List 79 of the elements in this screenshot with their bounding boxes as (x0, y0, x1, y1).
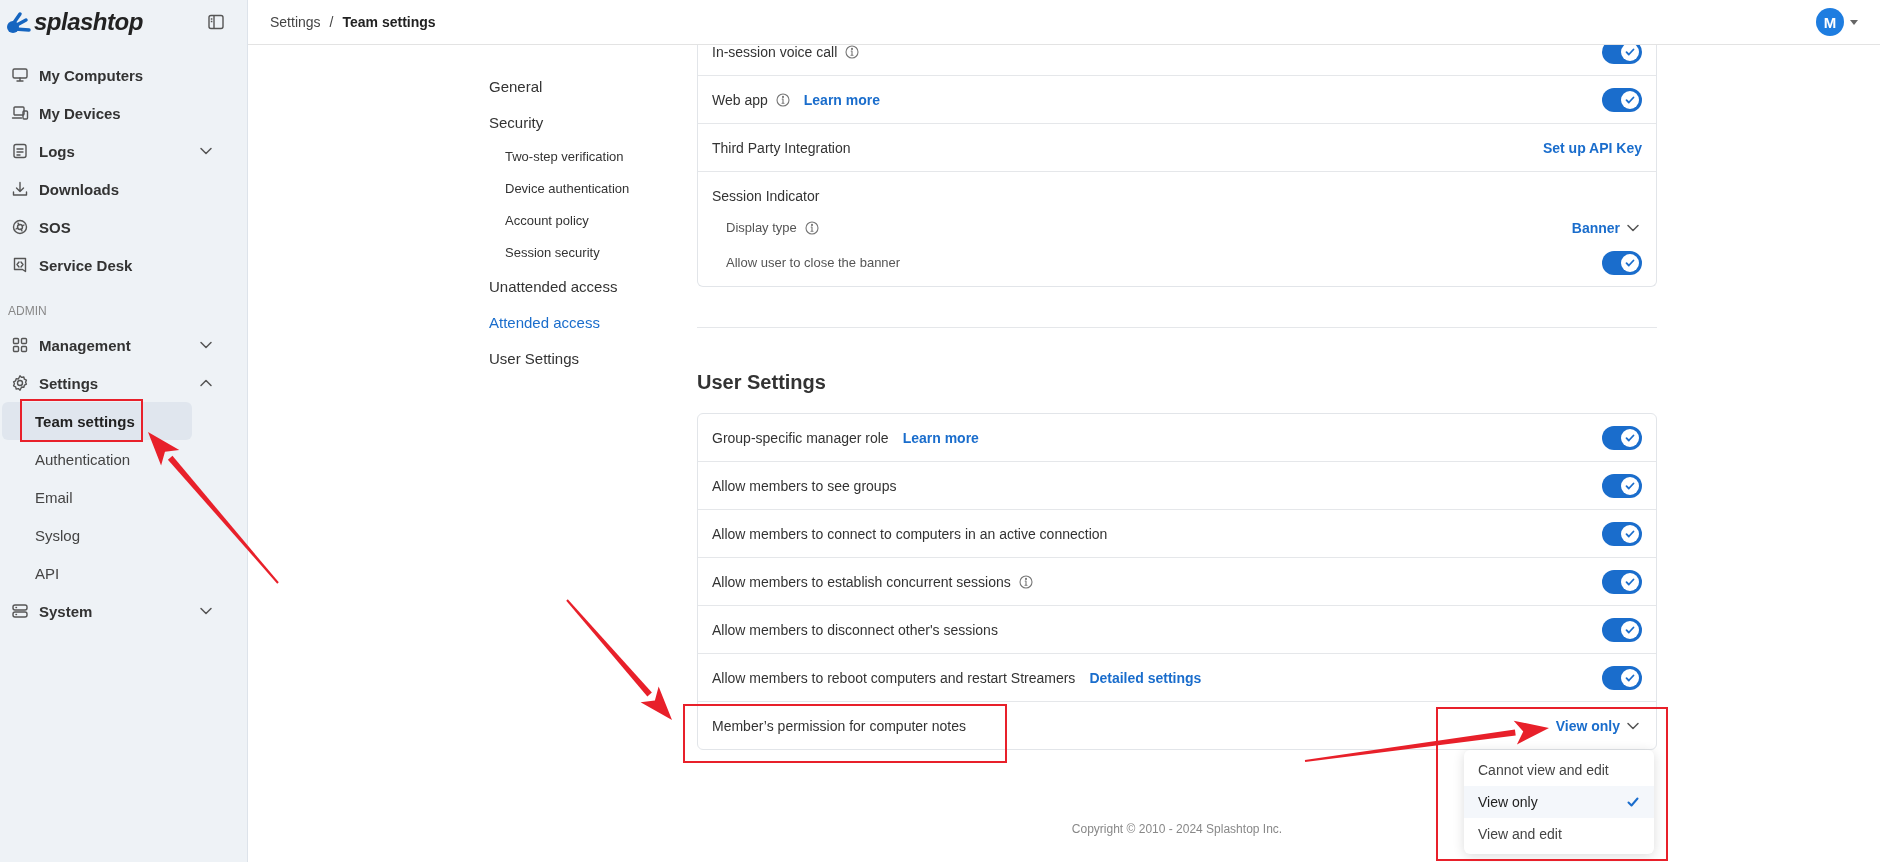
learn-link[interactable]: Learn more (902, 429, 979, 446)
toggle-switch[interactable] (1602, 617, 1642, 642)
download-icon (11, 180, 29, 198)
document-icon (11, 142, 29, 160)
setup-link[interactable]: Set up API Key (1542, 139, 1642, 156)
setting-label: Allow members to connect to computers in an active connection (712, 525, 1108, 542)
sidebar-item[interactable]: Management (2, 326, 233, 364)
settings-nav-subitem[interactable]: Session security (489, 236, 697, 268)
setting-label: Member’s permission for computer notes (712, 717, 966, 734)
check-icon (1626, 794, 1640, 809)
sidebar-item[interactable]: Downloads (2, 170, 233, 208)
setting-label: Web app (712, 91, 768, 108)
breadcrumb-item: Team settings (342, 14, 436, 30)
monitor-icon (11, 66, 29, 84)
caret-icon[interactable] (1850, 19, 1858, 25)
breadcrumb-item[interactable]: Settings (270, 14, 321, 30)
sidebar-item[interactable]: System (2, 592, 233, 630)
sidebar-subitem[interactable]: Syslog (2, 516, 192, 554)
settings-nav-item[interactable]: General (489, 68, 697, 104)
sidebar-item[interactable]: Service Desk (2, 246, 233, 284)
menu-option[interactable]: View and edit (1464, 817, 1654, 850)
copyright-text: Copyright © 2010 - 2024 Splashtop Inc. (1071, 822, 1283, 836)
info-icon[interactable] (775, 92, 790, 107)
learn-link[interactable]: Learn more (803, 91, 881, 108)
setting-label: Allow members to see groups (712, 477, 897, 494)
breadcrumb-separator: / (329, 14, 334, 30)
toggle-switch[interactable] (1602, 250, 1642, 275)
setting-label: Group-specific manager role (712, 429, 889, 446)
toggle-switch[interactable] (1602, 665, 1642, 690)
setting-label: Allow user to close the banner (726, 255, 901, 270)
service-desk-icon (11, 256, 29, 274)
toggle-switch[interactable] (1602, 45, 1642, 64)
sidebar-item[interactable]: SOS (2, 208, 233, 246)
settings-nav-subitem[interactable]: Device authentication (489, 172, 697, 204)
settings-nav-item[interactable]: Unattended access (489, 268, 697, 304)
toggle-switch[interactable] (1602, 425, 1642, 450)
setting-label: Allow members to reboot computers and restart Streamers (712, 669, 1076, 686)
settings-icon (11, 374, 29, 392)
settings-nav-subitem[interactable]: Account policy (489, 204, 697, 236)
section-label: ADMIN (7, 303, 48, 320)
select-dropdown[interactable]: Banner (1571, 219, 1620, 236)
sidebar-item[interactable]: My Devices (2, 94, 233, 132)
info-icon[interactable] (845, 45, 860, 59)
setting-label: Allow members to establish concurrent sessions (712, 573, 1011, 590)
logo-text: splashtop (34, 8, 143, 36)
setting-label: Allow members to disconnect other's sessions (712, 621, 998, 638)
sidebar-item[interactable]: My Computers (2, 56, 233, 94)
settings-nav-item[interactable]: Security (489, 104, 697, 140)
info-icon[interactable] (1018, 574, 1033, 589)
grid-icon (11, 336, 29, 354)
settings-nav-item[interactable]: User Settings (489, 340, 697, 376)
settings-nav-item[interactable]: Attended access (489, 304, 697, 340)
sidebar-subitem[interactable]: Authentication (2, 440, 192, 478)
devices-icon (11, 104, 29, 122)
toggle-switch[interactable] (1602, 473, 1642, 498)
sidebar-subitem[interactable]: Email (2, 478, 192, 516)
section-title: User Settings (697, 370, 827, 395)
setting-label: Display type (726, 220, 797, 235)
menu-option[interactable]: Cannot view and edit (1464, 753, 1654, 786)
setting-label: Third Party Integration (712, 139, 851, 156)
toggle-switch[interactable] (1602, 521, 1642, 546)
sidebar-subitem[interactable]: Team settings (2, 402, 192, 440)
lifebuoy-icon (11, 218, 29, 236)
sidebar-item[interactable]: Logs (2, 132, 233, 170)
server-icon (11, 602, 29, 620)
learn-link[interactable]: Detailed settings (1089, 669, 1202, 686)
sidebar-subitem[interactable]: API (2, 554, 192, 592)
setting-label: Session Indicator (712, 188, 820, 204)
settings-nav-subitem[interactable]: Two-step verification (489, 140, 697, 172)
sidebar-item[interactable]: Settings (2, 364, 233, 402)
setting-label: In-session voice call (712, 45, 838, 60)
toggle-switch[interactable] (1602, 87, 1642, 112)
sidebar-toggle-icon[interactable] (207, 13, 225, 31)
select-dropdown[interactable]: View only (1555, 717, 1620, 734)
info-icon[interactable] (804, 220, 819, 235)
logo-icon (6, 10, 32, 34)
toggle-switch[interactable] (1602, 569, 1642, 594)
user-avatar[interactable]: M (1816, 8, 1844, 36)
menu-option[interactable]: View only (1464, 785, 1654, 818)
